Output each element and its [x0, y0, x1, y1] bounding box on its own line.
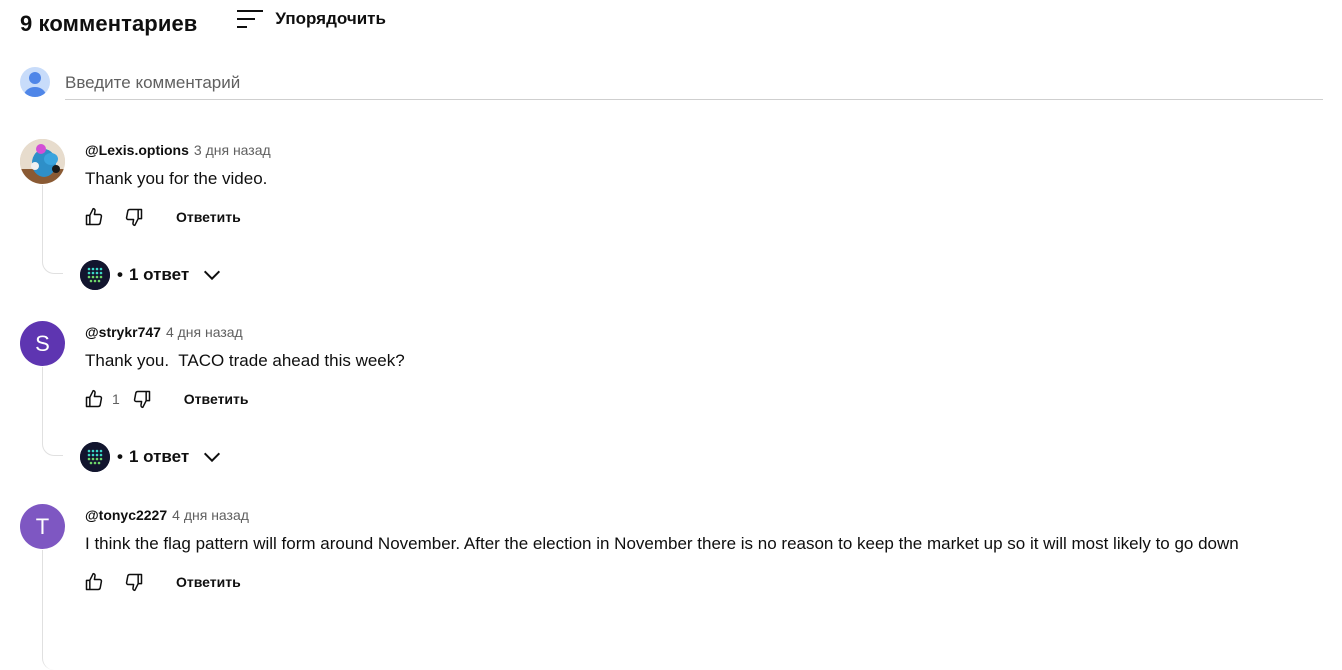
dislike-button[interactable]	[122, 205, 146, 229]
thumb-down-icon	[133, 390, 151, 409]
thumb-down-icon	[125, 573, 143, 592]
dotted-logo-icon	[80, 260, 110, 290]
thumb-up-icon	[85, 572, 103, 591]
reply-button[interactable]: Ответить	[184, 391, 249, 407]
comment-actions: 1 Ответить	[82, 387, 249, 411]
comment-text: Thank you for the video.	[85, 169, 268, 188]
sort-button[interactable]: Упорядочить	[237, 8, 386, 30]
reply-button[interactable]: Ответить	[176, 574, 241, 590]
bullet-separator: •	[117, 265, 123, 284]
dislike-button[interactable]	[122, 570, 146, 594]
chevron-down-icon	[201, 446, 223, 468]
comment-time[interactable]: 3 дня назад	[194, 142, 271, 158]
comment-thread: S @strykr747 4 дня назад Thank you. TACO…	[20, 321, 1330, 481]
comment-actions: Ответить	[82, 570, 241, 594]
avatar[interactable]	[20, 139, 65, 184]
user-silhouette-icon	[24, 72, 46, 97]
comments-header: 9 комментариев Упорядочить	[20, 0, 386, 44]
reply-author-avatar	[80, 260, 110, 290]
comment-text: I think the flag pattern will form aroun…	[85, 534, 1239, 553]
thumb-up-icon	[85, 389, 103, 408]
thread-line	[42, 550, 63, 670]
thumb-down-icon	[125, 208, 143, 227]
thread-line	[42, 367, 63, 456]
dotted-logo-icon	[80, 442, 110, 472]
bullet-separator: •	[117, 447, 123, 466]
like-button[interactable]	[82, 387, 106, 411]
comment-time[interactable]: 4 дня назад	[166, 324, 243, 340]
comments-count-title: 9 комментариев	[20, 11, 198, 36]
avatar[interactable]: T	[20, 504, 65, 549]
thread-line	[42, 185, 63, 274]
like-button[interactable]	[82, 205, 106, 229]
comment-text: Thank you. TACO trade ahead this week?	[85, 351, 405, 370]
replies-toggle[interactable]: • 1 ответ	[80, 441, 223, 473]
comment-thread: T @tonyc2227 4 дня назад I think the fla…	[20, 504, 1330, 670]
comment-author[interactable]: @strykr747	[85, 324, 161, 340]
sort-label: Упорядочить	[275, 9, 386, 28]
sort-icon	[237, 10, 264, 28]
replies-toggle[interactable]: • 1 ответ	[80, 259, 223, 291]
reply-author-avatar	[80, 442, 110, 472]
comment-author[interactable]: @Lexis.options	[85, 142, 189, 158]
comment-time[interactable]: 4 дня назад	[172, 507, 249, 523]
comment-input[interactable]	[65, 66, 1323, 100]
comment-author[interactable]: @tonyc2227	[85, 507, 167, 523]
replies-count: 1 ответ	[128, 265, 190, 284]
comment-meta: @tonyc2227 4 дня назад	[85, 507, 249, 523]
comment-actions: Ответить	[82, 205, 241, 229]
current-user-avatar	[20, 67, 50, 97]
comment-thread: @Lexis.options 3 дня назад Thank you for…	[20, 139, 1330, 299]
comment-compose	[20, 66, 1323, 100]
comment-meta: @Lexis.options 3 дня назад	[85, 142, 271, 158]
comment-meta: @strykr747 4 дня назад	[85, 324, 243, 340]
replies-count: 1 ответ	[128, 447, 190, 466]
avatar-letter: S	[35, 330, 50, 356]
avatar[interactable]: S	[20, 321, 65, 366]
dislike-button[interactable]	[130, 387, 154, 411]
like-count: 1	[112, 391, 120, 407]
chevron-down-icon	[201, 264, 223, 286]
thumb-up-icon	[85, 207, 103, 226]
reply-button[interactable]: Ответить	[176, 209, 241, 225]
like-button[interactable]	[82, 570, 106, 594]
avatar-letter: T	[35, 513, 50, 539]
avatar-photo	[20, 139, 65, 184]
